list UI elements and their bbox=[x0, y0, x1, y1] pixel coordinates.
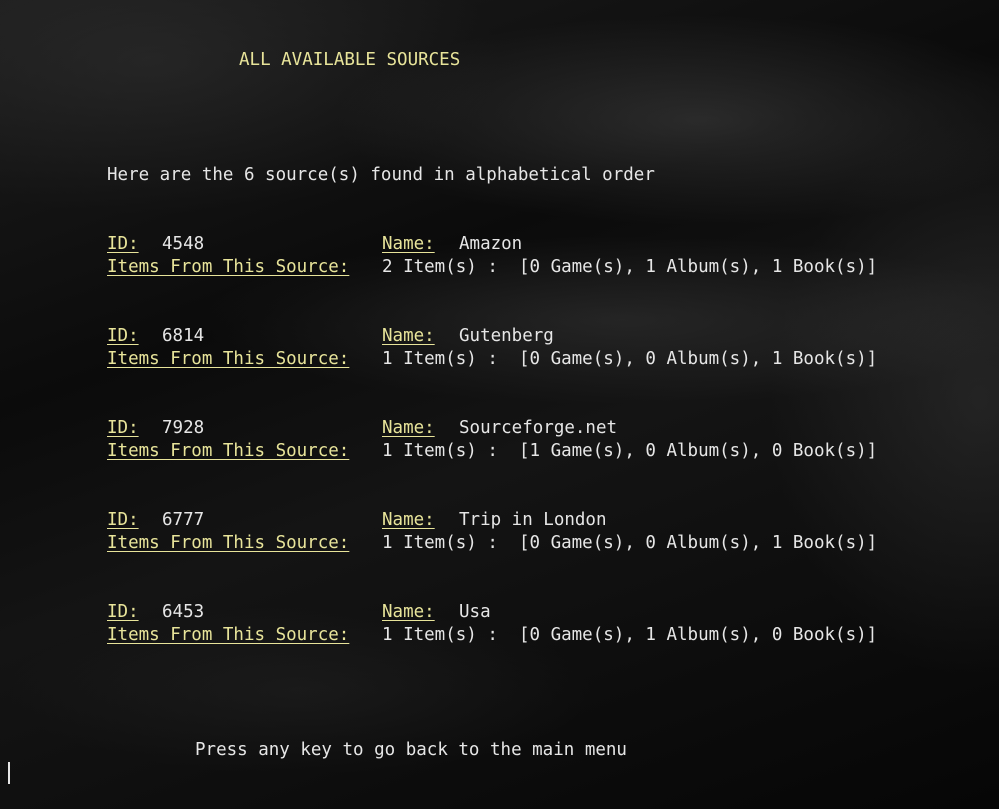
source-name-value: Trip in London bbox=[459, 510, 607, 530]
source-items-summary: 1 Item(s) : [0 Game(s), 0 Album(s), 1 Bo… bbox=[382, 349, 878, 369]
source-id-value: 6814 bbox=[162, 326, 205, 346]
source-items-label: Items From This Source: bbox=[107, 349, 350, 369]
console-window[interactable]: ALL AVAILABLE SOURCES Here are the 6 sou… bbox=[0, 0, 999, 809]
source-name-label: Name: bbox=[382, 418, 435, 438]
source-items-label: Items From This Source: bbox=[107, 257, 350, 277]
source-items-summary: 1 Item(s) : [0 Game(s), 0 Album(s), 1 Bo… bbox=[382, 533, 878, 553]
page-title: ALL AVAILABLE SOURCES bbox=[239, 50, 461, 70]
press-any-key-prompt: Press any key to go back to the main men… bbox=[195, 740, 627, 760]
source-items-summary: 1 Item(s) : [0 Game(s), 1 Album(s), 0 Bo… bbox=[382, 625, 878, 645]
source-id-value: 6777 bbox=[162, 510, 205, 530]
source-items-summary: 2 Item(s) : [0 Game(s), 1 Album(s), 1 Bo… bbox=[382, 257, 878, 277]
source-id-value: 4548 bbox=[162, 234, 205, 254]
source-id-value: 7928 bbox=[162, 418, 205, 438]
text-cursor[interactable] bbox=[8, 762, 10, 784]
source-items-summary: 1 Item(s) : [1 Game(s), 0 Album(s), 0 Bo… bbox=[382, 441, 878, 461]
source-name-value: Amazon bbox=[459, 234, 523, 254]
source-id-label: ID: bbox=[107, 234, 139, 254]
source-items-label: Items From This Source: bbox=[107, 625, 350, 645]
source-name-label: Name: bbox=[382, 602, 435, 622]
source-name-value: Usa bbox=[459, 602, 491, 622]
source-id-value: 6453 bbox=[162, 602, 205, 622]
source-id-label: ID: bbox=[107, 326, 139, 346]
source-id-label: ID: bbox=[107, 418, 139, 438]
source-name-value: Gutenberg bbox=[459, 326, 554, 346]
source-items-label: Items From This Source: bbox=[107, 441, 350, 461]
source-name-label: Name: bbox=[382, 326, 435, 346]
source-id-label: ID: bbox=[107, 510, 139, 530]
source-name-label: Name: bbox=[382, 234, 435, 254]
source-name-label: Name: bbox=[382, 510, 435, 530]
source-name-value: Sourceforge.net bbox=[459, 418, 618, 438]
intro-text: Here are the 6 source(s) found in alphab… bbox=[107, 165, 655, 185]
source-id-label: ID: bbox=[107, 602, 139, 622]
source-items-label: Items From This Source: bbox=[107, 533, 350, 553]
